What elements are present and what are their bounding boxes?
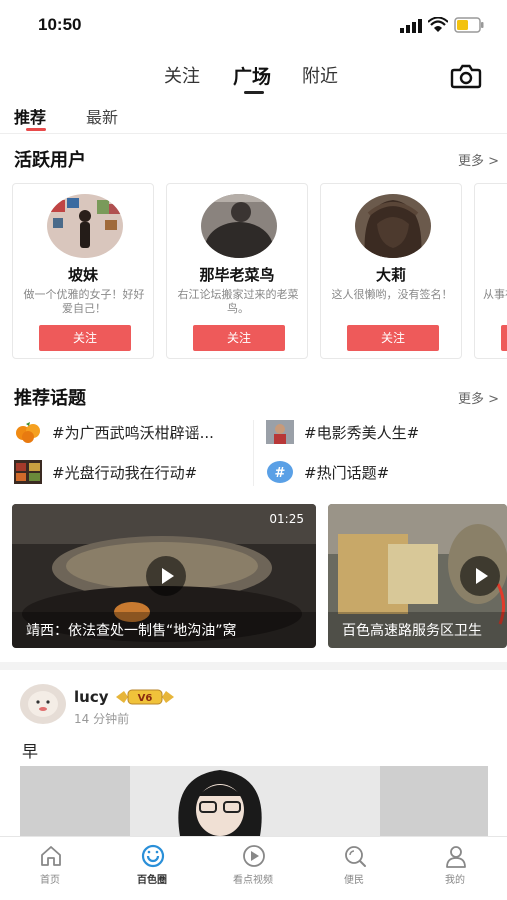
avatar[interactable] [201,194,277,258]
food-thumbnail-icon [14,460,42,484]
user-card[interactable]: 那毕老菜鸟 右江论坛搬家过来的老菜鸟。 关注 [166,183,308,359]
avatar[interactable] [355,194,431,258]
section-title: 推荐话题 [14,388,86,409]
post-text: 早 [22,742,39,761]
follow-button[interactable]: 关注 [347,325,439,351]
svg-text:#: # [275,466,286,481]
topic-text: #热门话题# [304,464,390,482]
play-icon[interactable] [146,556,186,596]
topic-text: #为广西武鸣沃柑辟谣... [52,424,214,442]
top-tabs: 关注 广场 附近 [0,58,507,98]
post-username[interactable]: lucy [74,688,109,706]
user-card[interactable]: 从事在百 [474,183,507,359]
topics-list: #为广西武鸣沃柑辟谣... #电影秀美人生# #光盘行动我在行动# # #热门话… [0,418,507,490]
hashtag-icon: # [267,461,293,483]
tab-label: 便民 [344,875,364,886]
more-link[interactable]: 更多 > [458,388,499,407]
tab-latest[interactable]: 最新 [86,104,118,128]
tab-square[interactable]: 广场 [233,62,271,89]
post-image[interactable] [20,766,488,836]
user-desc: 这人很懒哟，没有签名！ [331,288,453,301]
tab-follow[interactable]: 关注 [164,62,200,88]
sub-tab-indicator [26,128,46,131]
tab-profile[interactable]: 我的 [405,837,505,900]
topic-item[interactable]: # #热门话题# [266,458,496,488]
avatar[interactable] [47,194,123,258]
bottom-tab-bar: 首页 百色圈 看点视频 便民 我的 [0,836,507,900]
topic-text: #光盘行动我在行动# [52,464,198,482]
tab-services[interactable]: 便民 [304,837,404,900]
topic-item[interactable]: #电影秀美人生# [266,418,496,448]
active-tab-indicator [244,91,264,94]
signal-icon [400,19,422,33]
tab-label: 首页 [40,875,60,886]
section-title: 活跃用户 [14,150,86,171]
user-name: 大莉 [375,266,406,284]
tab-baise-circle[interactable]: 百色圈 [102,837,202,900]
avatar[interactable] [20,684,66,724]
divider [253,420,254,486]
active-users-list: 坡妹 做一个优雅的女子！好好爱自己！ 关注 那毕老菜鸟 右江论坛搬家过来的老菜鸟… [12,183,507,359]
home-icon [41,846,61,866]
video-caption: 百色高速路服务区卫生 [342,623,482,639]
tab-label: 我的 [445,875,465,886]
tab-home[interactable]: 首页 [0,837,100,900]
battery-icon [454,17,484,33]
vip-badge-icon: V6 [116,689,174,705]
tab-videos[interactable]: 看点视频 [203,837,303,900]
search-icon [345,846,366,867]
user-card[interactable]: 坡妹 做一个优雅的女子！好好爱自己！ 关注 [12,183,154,359]
user-desc: 做一个优雅的女子！好好爱自己！ [23,288,145,315]
user-desc: 从事在百 [483,288,507,301]
user-desc: 右江论坛搬家过来的老菜鸟。 [177,288,299,315]
topic-item[interactable]: #为广西武鸣沃柑辟谣... [14,418,246,448]
follow-button[interactable] [501,325,507,351]
video-card[interactable]: 01:25 靖西：依法查处一制售“地沟油”窝 [12,504,316,648]
topics-header: 推荐话题 更多 > [0,384,507,414]
video-duration: 01:25 [269,512,304,526]
topic-item[interactable]: #光盘行动我在行动# [14,458,246,488]
camera-icon[interactable] [450,62,482,90]
profile-icon [446,846,466,868]
play-icon[interactable] [460,556,500,596]
active-users-header: 活跃用户 更多 > [0,146,507,176]
status-time: 10:50 [38,15,82,34]
video-card[interactable]: 百色高速路服务区卫生 [328,504,507,648]
post-time: 14 分钟前 [74,712,130,726]
film-thumbnail-icon [266,420,294,444]
status-bar: 10:50 [0,0,507,50]
circle-icon [141,844,165,868]
section-divider [0,662,507,670]
tab-label: 百色圈 [137,875,167,886]
tab-nearby[interactable]: 附近 [302,62,338,88]
tab-recommended[interactable]: 推荐 [14,104,46,128]
user-name: 坡妹 [67,266,98,284]
vip-badge-text: V6 [138,693,153,704]
topic-text: #电影秀美人生# [304,424,420,442]
sub-tabs: 推荐 最新 [0,100,507,134]
tab-label: 看点视频 [233,875,273,886]
wifi-icon [428,17,448,32]
play-icon [243,845,265,867]
user-card[interactable]: 大莉 这人很懒哟，没有签名！ 关注 [320,183,462,359]
follow-button[interactable]: 关注 [39,325,131,351]
follow-button[interactable]: 关注 [193,325,285,351]
orange-fruit-icon [16,422,40,443]
more-link[interactable]: 更多 > [458,150,499,169]
user-name: 那毕老菜鸟 [199,266,275,284]
video-caption: 靖西：依法查处一制售“地沟油”窝 [26,623,237,639]
